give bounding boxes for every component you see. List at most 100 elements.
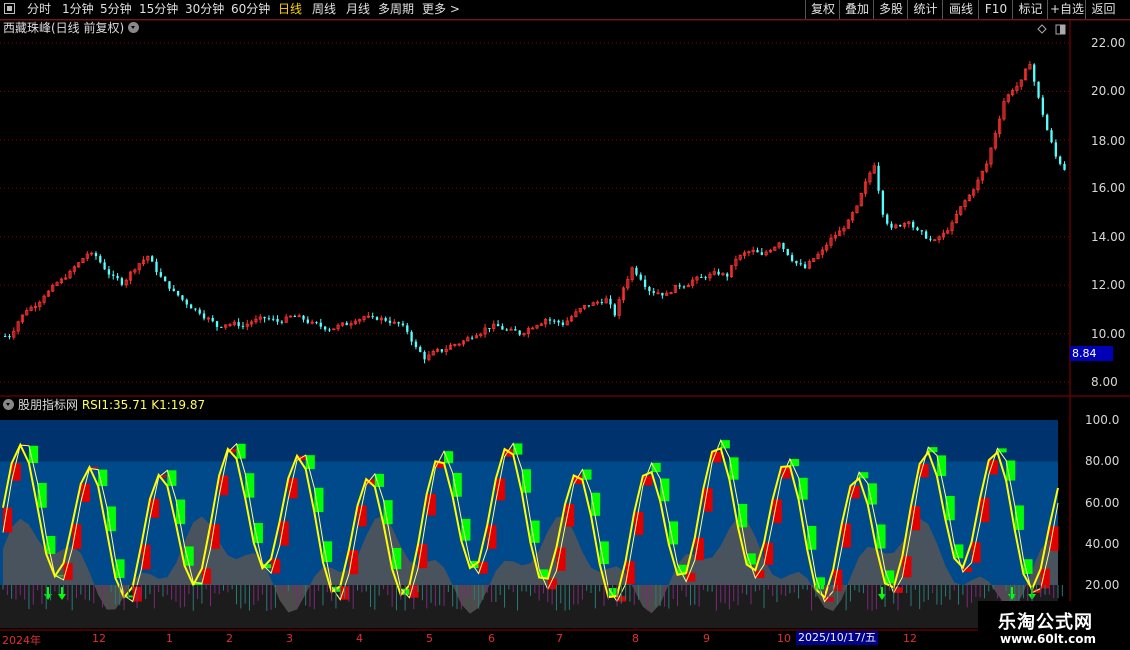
indicator-fill-bar <box>867 483 877 505</box>
indicator-fill-bar <box>115 559 125 579</box>
indicator-fill-bar <box>98 469 108 487</box>
candle-body <box>397 322 400 324</box>
candle-body <box>401 323 405 326</box>
candle-body <box>198 309 201 314</box>
candle-body <box>700 276 703 278</box>
indicator-fill-bar <box>521 469 531 493</box>
candle-body <box>656 292 660 295</box>
indicator-fill-bar <box>1023 559 1033 574</box>
rsi-label: RSI1: <box>81 398 114 412</box>
candle-body <box>561 322 565 325</box>
indicator-fill-bar <box>807 525 817 550</box>
indicator-fill-bar <box>46 535 56 554</box>
candle-body <box>107 269 111 275</box>
candle-body <box>760 252 763 255</box>
candle-body <box>803 264 807 269</box>
chart-title: 西藏珠峰(日线 前复权) <box>3 20 140 37</box>
candle-body <box>406 325 409 332</box>
indicator-tick: 20.00 <box>1085 578 1120 592</box>
indicator-fill-bar <box>599 541 609 565</box>
indicator-fill-bar <box>1049 526 1059 551</box>
indicator-fill-bar <box>738 503 748 528</box>
candle-body <box>181 295 184 300</box>
date-label: 5 <box>426 632 433 645</box>
indicator-fill-bar <box>1006 460 1016 481</box>
indicator-fill-bar <box>1014 505 1024 530</box>
window-toggle-icon[interactable] <box>1055 24 1066 35</box>
candle-body <box>756 250 759 253</box>
candle-body <box>306 319 309 323</box>
info-panel-edge <box>1118 20 1130 400</box>
watermark-url: www.60lt.com <box>1000 632 1097 646</box>
candle-body <box>116 275 119 279</box>
k-value: 19.87 <box>170 398 206 412</box>
overbought-band <box>0 420 1058 462</box>
date-label: 2024年 <box>2 634 41 647</box>
candle-body <box>929 238 932 240</box>
date-label: 8 <box>632 632 639 645</box>
rsi-value: 35.71 <box>113 398 148 412</box>
candle-body <box>717 271 720 275</box>
date-label: 2 <box>226 632 233 645</box>
candle-body <box>168 281 171 289</box>
indicator-fill-bar <box>703 488 713 512</box>
indicator-fill-bar <box>141 544 151 570</box>
candle-body <box>410 331 413 342</box>
candle-body <box>548 319 552 321</box>
indicator-title: 股朋指标网 RSI1:35.71 K1:19.87 <box>3 397 205 413</box>
candle-body <box>328 329 331 331</box>
date-label: 10 <box>777 632 791 645</box>
date-label: 6 <box>488 632 495 645</box>
indicator-fill-bar <box>175 499 186 525</box>
stock-name-label: 西藏珠峰(日线 前复权) <box>3 21 125 35</box>
indicator-fill-bar <box>28 445 39 464</box>
indicator-fill-bar <box>746 553 756 565</box>
candle-body <box>920 230 923 232</box>
indicator-fill-bar <box>625 561 635 585</box>
candle-body <box>120 278 124 285</box>
candle-body <box>1050 130 1053 143</box>
candle-body <box>1059 156 1062 164</box>
candle-body <box>587 305 591 307</box>
indicator-fill-bar <box>876 524 886 549</box>
indicator-fill-bar <box>210 524 220 549</box>
date-label: 4 <box>356 632 363 645</box>
date-label: 7 <box>556 632 563 645</box>
candle-body <box>194 308 197 310</box>
chart-canvas <box>0 19 1130 631</box>
indicator-fill-bar <box>314 487 324 513</box>
indicator-fill-bar <box>530 520 540 543</box>
watermark: 乐淘公式网 www.60lt.com <box>978 601 1130 650</box>
candle-body <box>440 349 444 352</box>
dropdown-icon[interactable] <box>128 22 140 33</box>
candle-body <box>237 322 240 326</box>
indicator-fill-bar <box>150 498 160 518</box>
indicator-fill-bar <box>495 478 506 501</box>
candle-body <box>185 299 188 305</box>
indicator-fill-bar <box>3 507 13 533</box>
indicator-fill-bar <box>668 521 679 545</box>
candle-body <box>159 272 162 277</box>
indicator-fill-bar <box>720 440 730 449</box>
indicator-fill-bar <box>487 525 497 549</box>
indicator-name: 股朋指标网 <box>18 398 79 412</box>
diamond-icon[interactable] <box>1037 24 1047 34</box>
indicator-fill-bar <box>919 463 929 478</box>
candle-body <box>103 262 106 270</box>
indicator-fill-bar <box>271 558 281 574</box>
indicator-fill-bar <box>392 547 402 570</box>
candle-body <box>189 304 193 309</box>
indicator-fill-bar <box>902 556 912 578</box>
indicator-fill-bar <box>374 473 384 487</box>
candle-body <box>112 274 115 276</box>
candle-body <box>877 165 880 191</box>
candle-body <box>1041 97 1045 115</box>
candle-body <box>924 231 928 239</box>
candle-body <box>345 322 348 326</box>
indicator-fill-bar <box>253 523 263 544</box>
date-label: 9 <box>703 632 710 645</box>
indicator-fill-bar <box>988 460 998 475</box>
indicator-dropdown-icon[interactable] <box>3 399 14 410</box>
candle-body <box>643 279 647 287</box>
indicator-fill-bar <box>72 524 82 549</box>
